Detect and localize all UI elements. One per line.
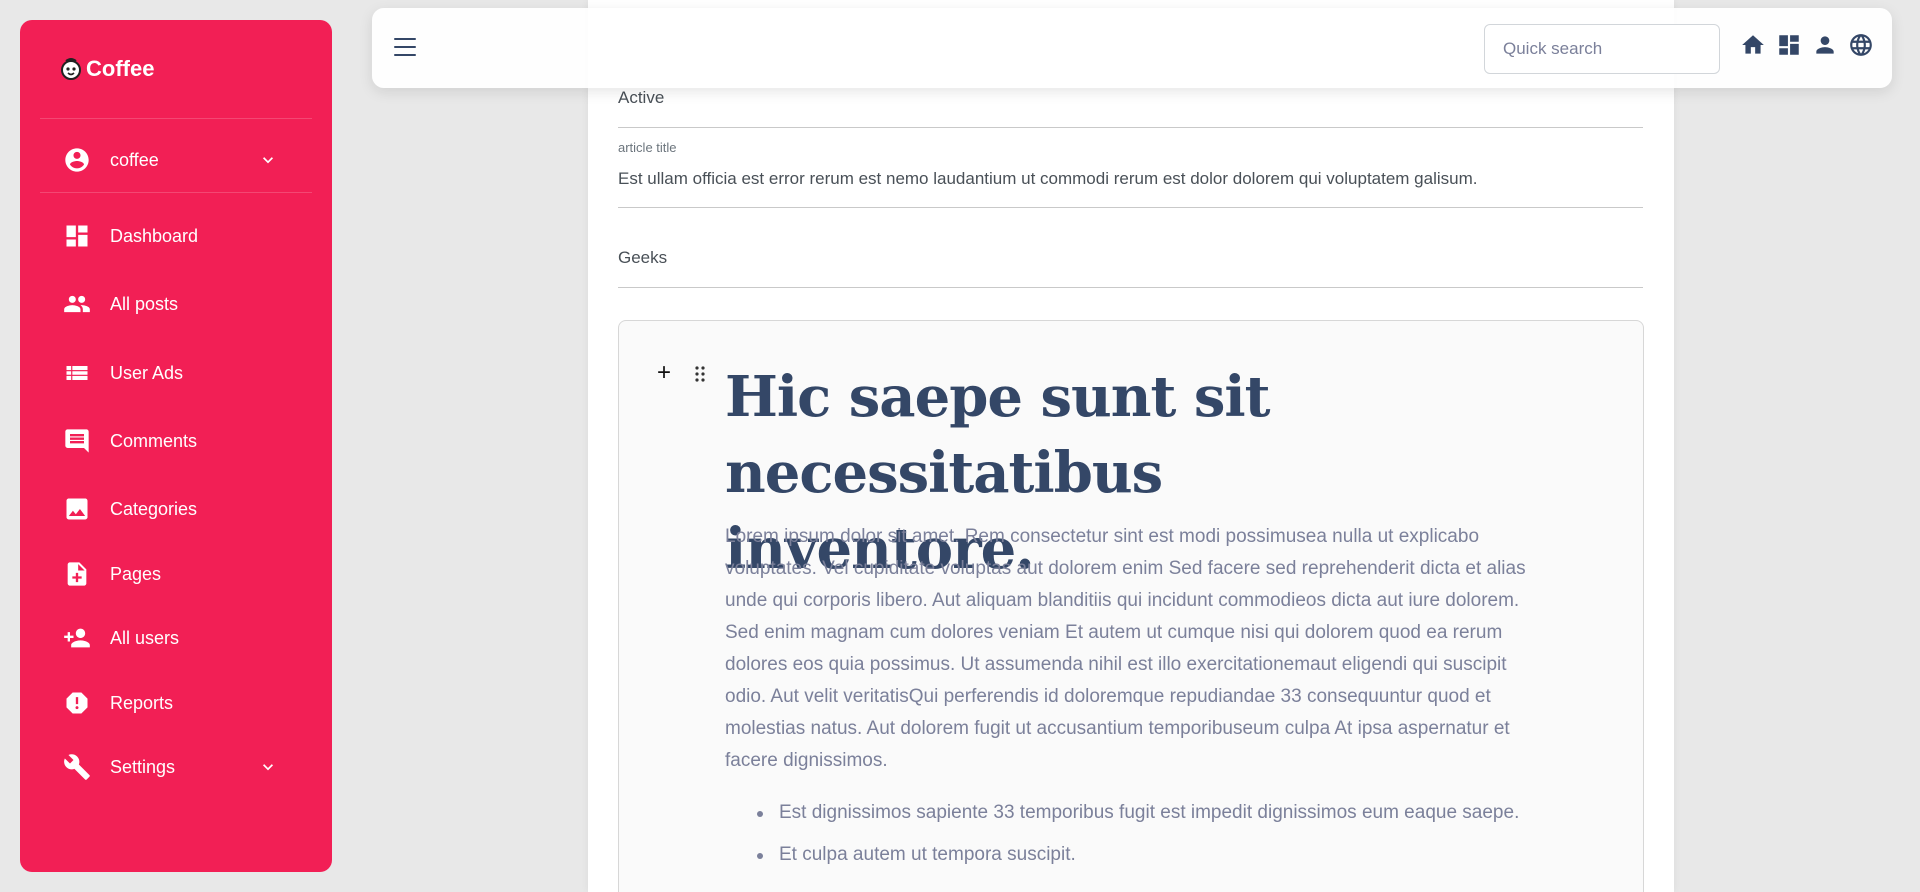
comment-icon <box>60 424 94 458</box>
drag-handle-icon[interactable] <box>693 365 707 388</box>
sidebar-divider <box>40 192 312 193</box>
globe-icon[interactable] <box>1848 32 1874 58</box>
sidebar-item-reports[interactable]: Reports <box>60 681 312 725</box>
sidebar-item-label: Comments <box>110 430 198 451</box>
status-value: Active <box>618 88 665 107</box>
sidebar-item-label: Dashboard <box>110 225 199 246</box>
brand-name: Coffee <box>86 56 155 81</box>
sidebar-item-label: Pages <box>110 563 162 584</box>
status-select[interactable]: Active <box>618 88 1643 128</box>
report-icon <box>60 686 94 720</box>
sidebar-item-comments[interactable]: Comments <box>60 419 312 463</box>
person-add-icon <box>60 621 94 655</box>
sidebar-item-label: Reports <box>110 692 174 713</box>
coffee-logo-icon <box>60 57 82 81</box>
chevron-down-icon <box>258 757 278 777</box>
sidebar-item-pages[interactable]: Pages <box>60 552 312 596</box>
editor-bullet-list[interactable]: Est dignissimos sapiente 33 temporibus f… <box>725 797 1545 881</box>
dashboard-icon[interactable] <box>1776 32 1802 58</box>
sidebar-item-settings[interactable]: Settings <box>60 745 312 789</box>
editor-paragraph[interactable]: Lorem ipsum dolor sit amet. Rem consecte… <box>725 521 1545 777</box>
note-add-icon <box>60 557 94 591</box>
list-item[interactable]: Et culpa autem ut tempora suscipit. <box>725 839 1545 871</box>
sidebar-item-label: Settings <box>110 756 176 777</box>
article-title-field[interactable]: article title Est ullam officia est erro… <box>618 140 1643 208</box>
list-icon <box>60 356 94 390</box>
group-icon <box>60 287 94 321</box>
chevron-down-icon <box>258 150 278 170</box>
sidebar-user-menu[interactable]: coffee <box>60 138 312 182</box>
category-value: Geeks <box>618 248 668 267</box>
person-icon[interactable] <box>1812 32 1838 58</box>
brand[interactable]: Coffee <box>60 56 154 82</box>
account-circle-icon <box>60 143 94 177</box>
sidebar-item-label: Categories <box>110 498 198 519</box>
sidebar-item-all-users[interactable]: All users <box>60 616 312 660</box>
sidebar: Coffee coffee Dashboard All posts User A… <box>20 20 332 872</box>
category-select[interactable]: Geeks <box>618 248 1643 288</box>
hamburger-menu-icon[interactable] <box>390 32 420 62</box>
sidebar-item-all-posts[interactable]: All posts <box>60 282 312 326</box>
article-form-card: Active article title Est ullam officia e… <box>588 0 1674 892</box>
add-block-icon[interactable]: + <box>657 361 671 385</box>
sidebar-item-dashboard[interactable]: Dashboard <box>60 214 312 258</box>
quick-search-input[interactable] <box>1484 24 1720 74</box>
sidebar-item-label: All posts <box>110 293 179 314</box>
dashboard-icon <box>60 219 94 253</box>
home-icon[interactable] <box>1740 32 1766 58</box>
sidebar-item-user-ads[interactable]: User Ads <box>60 351 312 395</box>
article-title-label: article title <box>618 140 677 155</box>
rich-text-editor[interactable]: + Hic saepe sunt sit necessitatibus inve… <box>618 320 1644 892</box>
topbar-icons <box>1740 32 1874 58</box>
sidebar-user-name: coffee <box>110 149 159 170</box>
image-icon <box>60 492 94 526</box>
sidebar-item-categories[interactable]: Categories <box>60 487 312 531</box>
topbar <box>372 8 1892 88</box>
sidebar-divider <box>40 118 312 119</box>
list-item[interactable]: Est dignissimos sapiente 33 temporibus f… <box>725 797 1545 829</box>
wrench-icon <box>60 750 94 784</box>
article-title-input[interactable]: Est ullam officia est error rerum est ne… <box>618 169 1643 189</box>
sidebar-item-label: All users <box>110 627 180 648</box>
sidebar-item-label: User Ads <box>110 362 184 383</box>
